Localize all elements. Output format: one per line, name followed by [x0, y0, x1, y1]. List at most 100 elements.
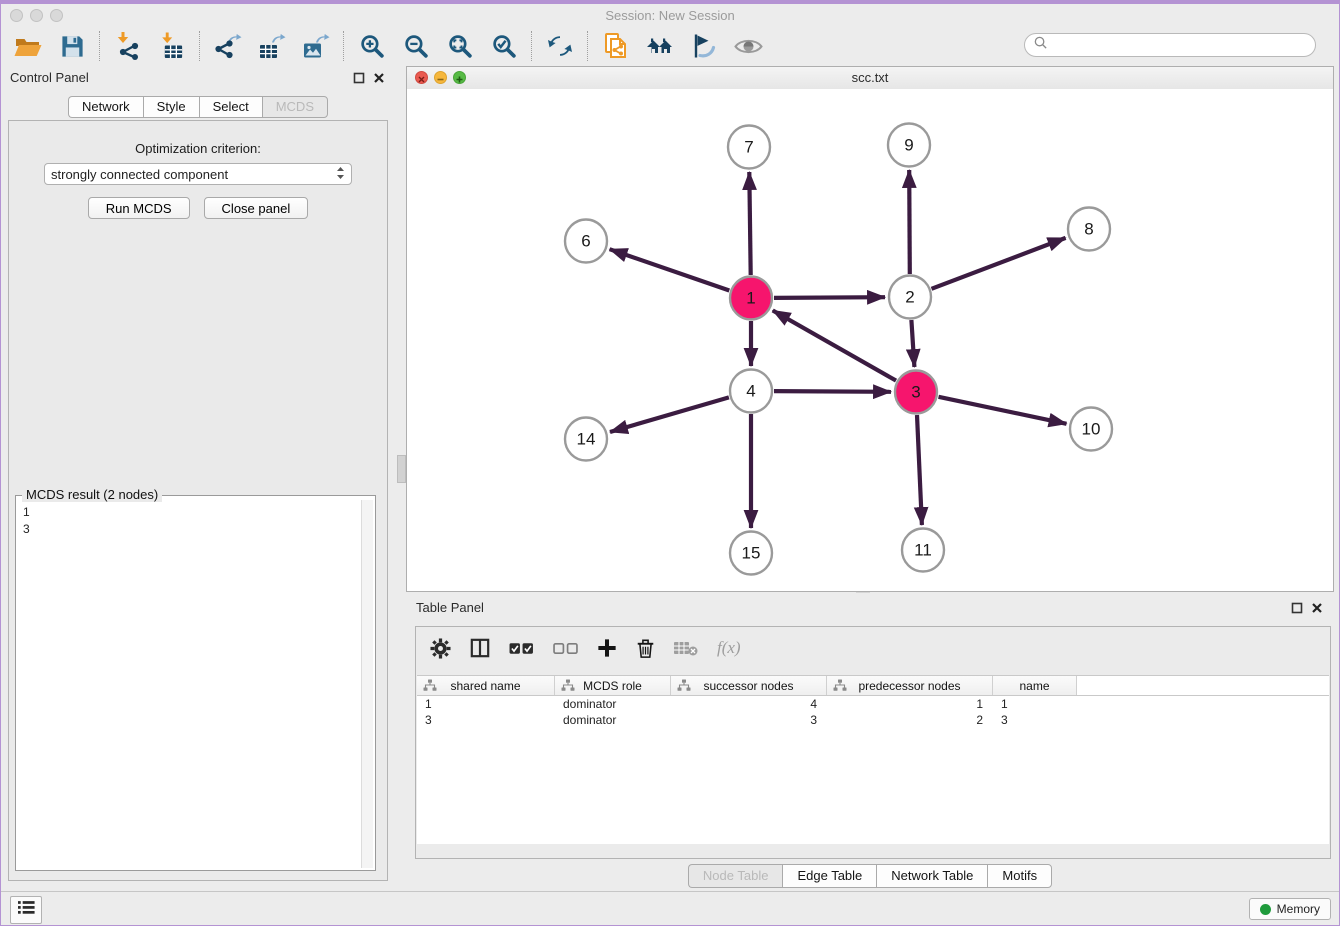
select-stepper-icon	[336, 166, 345, 183]
tree-icon	[423, 679, 437, 695]
control-panel-title: Control Panel	[10, 70, 89, 85]
edge-4-3[interactable]	[774, 391, 891, 392]
run-mcds-button[interactable]: Run MCDS	[88, 197, 190, 219]
tab-node-table[interactable]: Node Table	[688, 864, 783, 888]
search-field[interactable]	[1053, 37, 1307, 53]
refresh-layout-icon[interactable]	[538, 29, 582, 63]
export-table-icon[interactable]	[250, 29, 294, 63]
table-cell[interactable]: dominator	[555, 696, 671, 712]
table-cell[interactable]: 1	[417, 696, 555, 712]
zoom-out-icon[interactable]	[394, 29, 438, 63]
edge-1-2[interactable]	[774, 297, 885, 298]
graph-node-15[interactable]: 15	[730, 532, 772, 575]
close-table-panel-icon[interactable]	[1311, 601, 1324, 614]
table-cell[interactable]: 1	[827, 696, 993, 712]
network-window-titlebar[interactable]: scc.txt	[407, 67, 1333, 90]
table-cell[interactable]: 1	[993, 696, 1077, 712]
table-row[interactable]: 1dominator411	[417, 696, 1329, 712]
table-cell[interactable]: 2	[827, 712, 993, 728]
tab-motifs[interactable]: Motifs	[987, 864, 1052, 888]
tab-select[interactable]: Select	[199, 96, 262, 118]
tab-mcds[interactable]: MCDS	[262, 96, 328, 118]
table-cell[interactable]: 3	[993, 712, 1077, 728]
svg-text:3: 3	[911, 383, 920, 402]
import-network-icon[interactable]	[106, 29, 150, 63]
delete-trash-icon[interactable]	[636, 638, 655, 659]
table-cell[interactable]: 3	[417, 712, 555, 728]
column-header-shared-name[interactable]: shared name	[417, 676, 555, 695]
table-settings-gear-icon[interactable]	[430, 638, 451, 659]
close-panel-icon[interactable]	[373, 71, 386, 84]
toolbar-separator	[99, 31, 101, 61]
export-network-icon[interactable]	[206, 29, 250, 63]
edge-3-11[interactable]	[917, 415, 922, 525]
edge-4-14[interactable]	[610, 397, 729, 432]
network-graph[interactable]: 7 9 6 8 1 2 4 3 14 10 15 11	[407, 89, 1333, 591]
open-folder-icon[interactable]	[6, 29, 50, 63]
tab-network[interactable]: Network	[68, 96, 143, 118]
column-header-name[interactable]: name	[993, 676, 1077, 695]
export-image-icon[interactable]	[294, 29, 338, 63]
svg-text:14: 14	[577, 430, 596, 449]
graph-node-1[interactable]: 1	[730, 277, 772, 320]
graph-node-11[interactable]: 11	[902, 529, 944, 572]
vertical-split-handle[interactable]	[397, 455, 406, 483]
tab-network-table[interactable]: Network Table	[876, 864, 987, 888]
graph-node-14[interactable]: 14	[565, 418, 607, 461]
graphics-details-icon[interactable]	[682, 29, 726, 63]
tab-style[interactable]: Style	[143, 96, 199, 118]
table-header-row: shared nameMCDS rolesuccessor nodesprede…	[417, 675, 1329, 696]
column-selector-icon[interactable]	[470, 638, 490, 658]
search-input[interactable]	[1024, 33, 1316, 57]
network-window: scc.txt 7 9 6 8 1 2 4 3 14 10 15 11	[406, 66, 1334, 592]
tab-edge-table[interactable]: Edge Table	[782, 864, 876, 888]
edge-2-8[interactable]	[932, 238, 1066, 289]
duplicate-network-icon[interactable]	[594, 29, 638, 63]
table-row[interactable]: 3dominator323	[417, 712, 1329, 728]
graph-node-3[interactable]: 3	[895, 371, 937, 414]
edge-3-10[interactable]	[939, 397, 1067, 424]
edge-1-7[interactable]	[749, 172, 750, 275]
result-scrollbar[interactable]	[361, 500, 373, 868]
svg-text:6: 6	[581, 232, 590, 251]
edge-1-6[interactable]	[610, 249, 730, 290]
delete-table-icon	[674, 640, 698, 656]
edge-2-9[interactable]	[909, 170, 910, 274]
eye-icon[interactable]	[726, 29, 770, 63]
column-header-predecessor-nodes[interactable]: predecessor nodes	[827, 676, 993, 695]
close-panel-button[interactable]: Close panel	[204, 197, 309, 219]
graph-node-10[interactable]: 10	[1070, 408, 1112, 451]
edge-3-1[interactable]	[773, 310, 896, 380]
function-builder-icon: f(x)	[717, 638, 741, 658]
table-cell[interactable]: 3	[671, 712, 827, 728]
table-cell[interactable]: dominator	[555, 712, 671, 728]
graph-node-2[interactable]: 2	[889, 276, 931, 319]
zoom-in-icon[interactable]	[350, 29, 394, 63]
graph-node-9[interactable]: 9	[888, 124, 930, 167]
import-table-icon[interactable]	[150, 29, 194, 63]
column-header-successor-nodes[interactable]: successor nodes	[671, 676, 827, 695]
float-panel-icon[interactable]	[353, 71, 366, 84]
graph-node-8[interactable]: 8	[1068, 208, 1110, 251]
network-canvas[interactable]: 7 9 6 8 1 2 4 3 14 10 15 11	[407, 89, 1333, 591]
graph-node-6[interactable]: 6	[565, 220, 607, 263]
optimization-criterion-select[interactable]: strongly connected component	[44, 163, 352, 185]
mcds-result-lines: 13	[18, 502, 361, 868]
home-icon[interactable]	[638, 29, 682, 63]
task-history-button[interactable]	[10, 896, 42, 924]
graph-node-7[interactable]: 7	[728, 126, 770, 169]
save-icon[interactable]	[50, 29, 94, 63]
zoom-selected-icon[interactable]	[482, 29, 526, 63]
status-bar: Memory	[0, 891, 1340, 926]
add-column-plus-icon[interactable]	[597, 638, 617, 658]
float-table-panel-icon[interactable]	[1291, 601, 1304, 614]
edge-2-3[interactable]	[911, 320, 914, 367]
graph-node-4[interactable]: 4	[730, 370, 772, 413]
table-cell[interactable]: 4	[671, 696, 827, 712]
deselect-all-checkboxes-icon[interactable]	[553, 642, 578, 655]
svg-text:1: 1	[746, 289, 755, 308]
column-header-MCDS-role[interactable]: MCDS role	[555, 676, 671, 695]
memory-button[interactable]: Memory	[1249, 898, 1331, 920]
zoom-fit-icon[interactable]	[438, 29, 482, 63]
select-all-checkboxes-icon[interactable]	[509, 642, 534, 655]
